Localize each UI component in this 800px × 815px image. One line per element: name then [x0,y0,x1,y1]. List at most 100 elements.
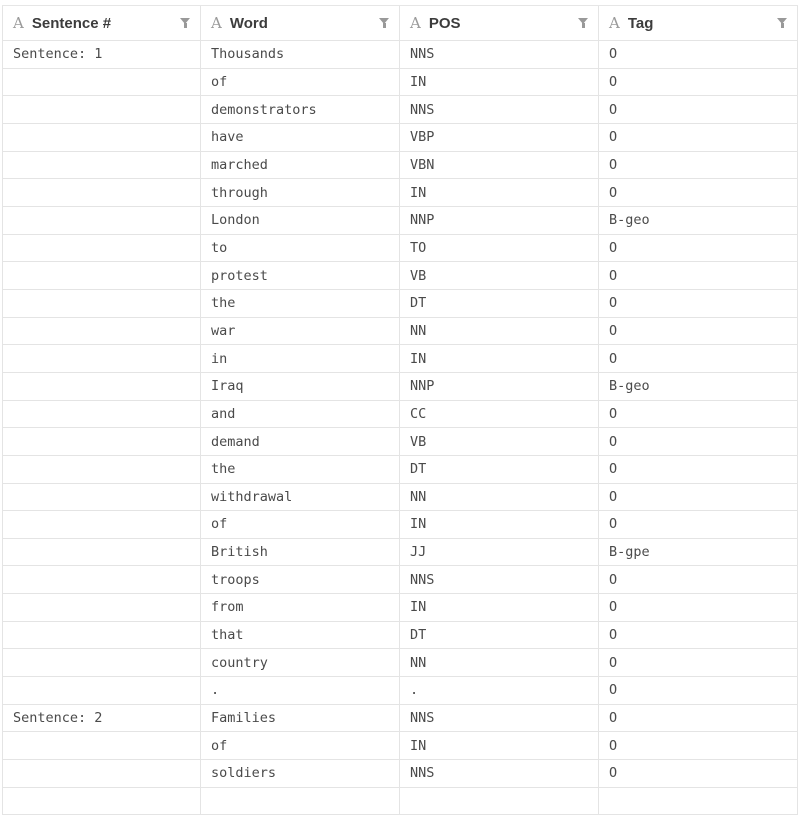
cell-tag[interactable]: O [599,483,798,511]
cell-sentence[interactable] [2,179,201,206]
cell-tag[interactable]: O [599,96,798,123]
filter-icon[interactable] [180,18,190,28]
cell-word[interactable]: of [201,68,400,96]
cell-tag[interactable]: O [599,262,798,289]
cell-sentence[interactable] [2,566,201,594]
cell-sentence[interactable] [2,151,201,179]
cell-sentence[interactable] [2,455,201,483]
cell-tag[interactable]: O [599,317,798,345]
cell-pos[interactable]: VBN [400,151,599,179]
cell-sentence[interactable] [2,206,201,234]
cell-word[interactable]: the [201,289,400,317]
cell-pos[interactable]: IN [400,732,599,760]
cell-word[interactable]: Families [201,704,400,732]
cell-sentence[interactable] [2,96,201,123]
cell-word[interactable]: London [201,206,400,234]
cell-pos[interactable]: IN [400,345,599,372]
cell-tag[interactable]: O [599,760,798,787]
column-header-sentence[interactable]: A Sentence # [2,6,201,40]
cell-pos[interactable]: JJ [400,538,599,566]
cell-sentence[interactable] [2,400,201,428]
cell-tag[interactable]: B-geo [599,372,798,400]
cell-pos[interactable]: VB [400,262,599,289]
cell-pos[interactable]: NN [400,317,599,345]
cell-word[interactable]: soldiers [201,760,400,787]
cell-sentence[interactable] [2,732,201,760]
cell-tag[interactable]: O [599,41,798,68]
cell-pos[interactable]: DT [400,621,599,649]
cell-word[interactable]: the [201,455,400,483]
cell-pos[interactable]: NNP [400,372,599,400]
cell-sentence[interactable] [2,677,201,704]
cell-tag[interactable]: O [599,677,798,704]
cell-pos[interactable]: IN [400,68,599,96]
cell-tag[interactable]: O [599,455,798,483]
cell-pos[interactable]: NNS [400,41,599,68]
cell-word[interactable]: through [201,179,400,206]
cell-tag[interactable]: O [599,234,798,262]
cell-pos[interactable]: NNS [400,760,599,787]
cell-tag[interactable]: O [599,400,798,428]
cell-word[interactable]: to [201,234,400,262]
cell-pos[interactable]: DT [400,289,599,317]
cell-sentence[interactable] [2,68,201,96]
filter-icon[interactable] [578,18,588,28]
cell-tag[interactable]: O [599,649,798,677]
cell-sentence[interactable] [2,317,201,345]
cell-sentence[interactable]: Sentence: 2 [2,704,201,732]
cell-pos[interactable]: NNP [400,206,599,234]
cell-pos[interactable]: NN [400,649,599,677]
cell-tag[interactable]: O [599,151,798,179]
cell-tag[interactable]: O [599,179,798,206]
cell-word[interactable]: . [201,677,400,704]
cell-word[interactable]: country [201,649,400,677]
cell-tag[interactable]: O [599,289,798,317]
cell-tag[interactable]: O [599,732,798,760]
cell-word[interactable]: that [201,621,400,649]
cell-pos[interactable]: IN [400,511,599,538]
cell-pos[interactable]: DT [400,455,599,483]
cell-sentence[interactable] [2,649,201,677]
cell-word[interactable]: protest [201,262,400,289]
cell-word[interactable]: Iraq [201,372,400,400]
cell-tag[interactable]: B-gpe [599,538,798,566]
filter-icon[interactable] [777,18,787,28]
cell-pos[interactable]: VB [400,428,599,455]
cell-sentence[interactable] [2,262,201,289]
cell-sentence[interactable] [2,428,201,455]
cell-sentence[interactable] [2,234,201,262]
column-header-tag[interactable]: A Tag [599,6,798,40]
cell-word[interactable]: withdrawal [201,483,400,511]
cell-sentence[interactable] [2,760,201,787]
cell-sentence[interactable] [2,345,201,372]
cell-pos[interactable]: NNS [400,96,599,123]
cell-pos[interactable]: VBP [400,123,599,151]
cell-sentence[interactable] [2,483,201,511]
cell-tag[interactable]: O [599,68,798,96]
cell-word[interactable]: marched [201,151,400,179]
cell-tag[interactable]: O [599,594,798,621]
column-header-pos[interactable]: A POS [400,6,599,40]
cell-sentence[interactable] [2,538,201,566]
cell-sentence[interactable] [2,621,201,649]
cell-sentence[interactable] [2,372,201,400]
cell-sentence[interactable]: Sentence: 1 [2,41,201,68]
cell-pos[interactable]: TO [400,234,599,262]
cell-tag[interactable]: O [599,428,798,455]
cell-tag[interactable]: O [599,621,798,649]
cell-tag[interactable]: O [599,511,798,538]
cell-tag[interactable]: O [599,123,798,151]
cell-pos[interactable]: NNS [400,704,599,732]
cell-word[interactable]: from [201,594,400,621]
cell-pos[interactable]: NNS [400,566,599,594]
cell-pos[interactable]: CC [400,400,599,428]
cell-sentence[interactable] [2,594,201,621]
cell-tag[interactable]: O [599,704,798,732]
cell-word[interactable]: of [201,732,400,760]
cell-tag[interactable]: B-geo [599,206,798,234]
cell-word[interactable]: and [201,400,400,428]
cell-pos[interactable]: . [400,677,599,704]
cell-pos[interactable]: NN [400,483,599,511]
filter-icon[interactable] [379,18,389,28]
cell-pos[interactable]: IN [400,179,599,206]
